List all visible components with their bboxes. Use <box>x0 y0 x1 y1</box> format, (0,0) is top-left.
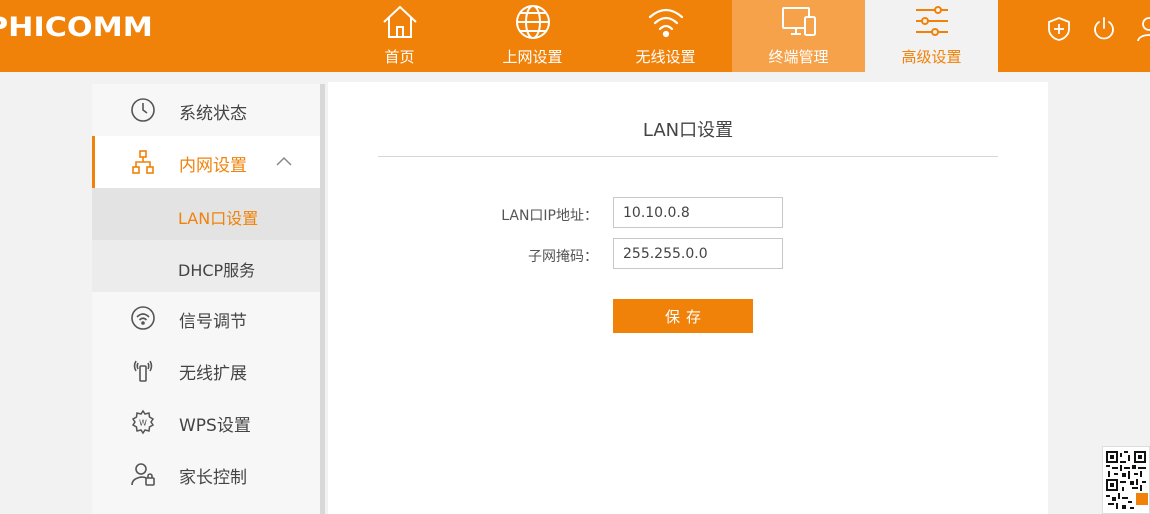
svg-text:W: W <box>139 419 147 428</box>
clock-icon <box>130 97 156 123</box>
sidebar-item-label: 信号调节 <box>179 312 247 332</box>
nav-item-wireless[interactable]: 无线设置 <box>599 0 732 72</box>
lan-ip-input[interactable] <box>613 197 783 228</box>
shield-plus-icon[interactable] <box>1046 16 1072 42</box>
sidebar-subitem-label: DHCP服务 <box>178 261 256 280</box>
sidebar: 系统状态 内网设置 LAN口设置 DHCP服务 信号调节 无线扩展 W WPS设… <box>92 84 325 514</box>
nav-label: 无线设置 <box>635 48 696 66</box>
qr-code-pattern <box>1106 451 1148 509</box>
nav-item-home[interactable]: 首页 <box>333 0 466 72</box>
lan-ip-label: LAN口IP地址： <box>501 208 598 224</box>
qr-code <box>1102 446 1150 514</box>
home-icon <box>380 3 420 41</box>
wifi-icon <box>646 3 686 41</box>
main-nav: 首页 上网设置 无线设置 终端管理 高级设置 <box>333 0 998 72</box>
nav-label: 上网设置 <box>502 48 563 66</box>
sidebar-item-wireless-extend[interactable]: 无线扩展 <box>92 344 320 396</box>
parent-control-icon <box>130 461 156 487</box>
network-icon <box>130 149 156 175</box>
power-icon[interactable] <box>1091 16 1117 42</box>
sidebar-item-system-status[interactable]: 系统状态 <box>92 84 320 136</box>
nav-label: 终端管理 <box>768 48 829 66</box>
sidebar-subitem-lan-port[interactable]: LAN口设置 <box>92 188 320 240</box>
sidebar-subitem-label: LAN口设置 <box>178 209 259 228</box>
sidebar-item-signal[interactable]: 信号调节 <box>92 292 320 344</box>
subnet-mask-row: 子网掩码： <box>328 238 1048 270</box>
nav-item-advanced[interactable]: 高级设置 <box>865 0 998 72</box>
top-bar: PHICOMM 首页 上网设置 无线设置 终端管理 高级设置 <box>0 0 1150 72</box>
sliders-icon <box>912 3 952 41</box>
subnet-mask-label: 子网掩码： <box>528 249 598 265</box>
lan-settings-panel: LAN口设置 LAN口IP地址： 子网掩码： 保存 <box>328 82 1048 514</box>
sidebar-item-label: WPS设置 <box>179 416 251 436</box>
globe-icon <box>513 3 553 41</box>
user-icon[interactable] <box>1136 16 1150 42</box>
devices-icon <box>779 3 819 41</box>
signal-icon <box>130 305 156 331</box>
lan-ip-row: LAN口IP地址： <box>328 197 1048 229</box>
page-title: LAN口设置 <box>642 120 734 141</box>
sidebar-item-label: 内网设置 <box>179 156 247 176</box>
nav-label: 首页 <box>384 48 415 66</box>
nav-item-devices[interactable]: 终端管理 <box>732 0 865 72</box>
sidebar-item-parent-control[interactable]: 家长控制 <box>92 448 320 500</box>
sidebar-item-wps[interactable]: W WPS设置 <box>92 396 320 448</box>
nav-label: 高级设置 <box>901 48 962 66</box>
chevron-up-icon <box>275 153 293 171</box>
sidebar-item-label: 家长控制 <box>179 468 247 488</box>
antenna-icon <box>130 357 156 383</box>
sidebar-subitem-dhcp[interactable]: DHCP服务 <box>92 240 320 292</box>
save-button[interactable]: 保存 <box>613 299 753 333</box>
sidebar-item-label: 无线扩展 <box>179 364 247 384</box>
subnet-mask-input[interactable] <box>613 238 783 269</box>
title-divider <box>378 156 998 157</box>
wps-gear-icon: W <box>130 409 156 435</box>
top-right-actions <box>1046 16 1150 42</box>
sidebar-item-label: 系统状态 <box>179 104 247 124</box>
brand-logo: PHICOMM <box>0 12 153 43</box>
nav-item-internet[interactable]: 上网设置 <box>466 0 599 72</box>
sidebar-item-lan-settings[interactable]: 内网设置 <box>92 136 320 188</box>
